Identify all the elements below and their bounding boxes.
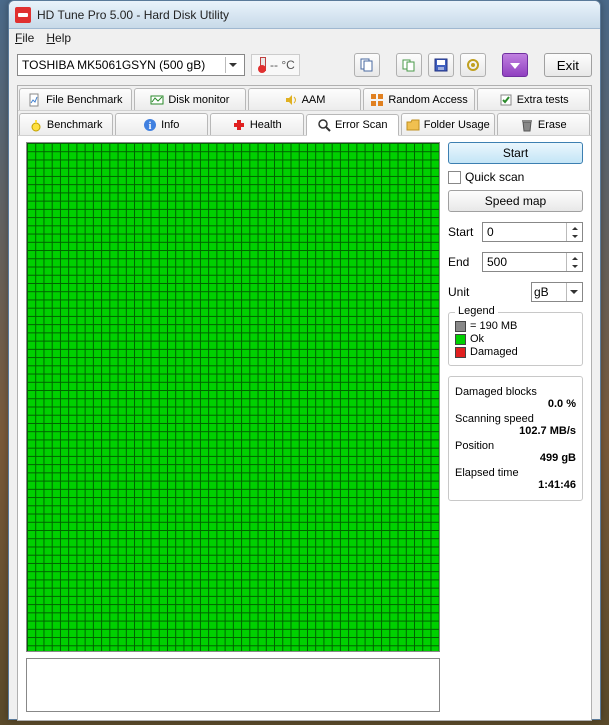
exit-button[interactable]: Exit — [544, 53, 592, 77]
speaker-icon — [284, 93, 298, 107]
app-icon — [15, 7, 31, 23]
tab-aam[interactable]: AAM — [248, 88, 361, 110]
menubar: File Help — [9, 29, 600, 49]
tab-health[interactable]: Health — [210, 113, 304, 135]
tab-folder-usage[interactable]: Folder Usage — [401, 113, 495, 135]
scanning-speed-label: Scanning speed — [455, 413, 534, 425]
minimize-to-tray-button[interactable] — [502, 53, 528, 77]
chevron-down-icon — [225, 57, 240, 73]
file-benchmark-icon — [28, 93, 42, 107]
tab-error-scan[interactable]: Error Scan — [306, 114, 400, 136]
menu-help[interactable]: Help — [46, 31, 71, 49]
drive-select[interactable]: TOSHIBA MK5061GSYN (500 gB) — [17, 54, 245, 76]
trash-icon — [520, 118, 534, 132]
tab-file-benchmark[interactable]: File Benchmark — [19, 88, 132, 110]
legend-swatch-damaged — [455, 347, 466, 358]
extra-tests-icon — [499, 93, 513, 107]
tab-content: Start Quick scan Speed map Start 0 End — [18, 136, 591, 720]
temperature-value: -- °C — [270, 58, 295, 72]
start-label: Start — [448, 225, 478, 239]
start-value: 0 — [483, 223, 566, 241]
scanning-speed-value: 102.7 MB/s — [455, 425, 576, 437]
unit-label: Unit — [448, 285, 527, 299]
position-label: Position — [455, 440, 494, 452]
tab-info[interactable]: i Info — [115, 113, 209, 135]
info-icon: i — [143, 118, 157, 132]
disk-monitor-icon — [150, 93, 164, 107]
settings-button[interactable] — [460, 53, 486, 77]
elapsed-time-value: 1:41:46 — [455, 479, 576, 491]
spinner-down-icon[interactable] — [567, 262, 582, 271]
legend-title: Legend — [455, 305, 498, 317]
speed-map-button[interactable]: Speed map — [448, 190, 583, 212]
spinner-down-icon[interactable] — [567, 232, 582, 241]
chevron-down-icon — [566, 283, 580, 301]
tab-strip: File Benchmark Disk monitor AAM Random A… — [18, 86, 591, 136]
start-button[interactable]: Start — [448, 142, 583, 164]
magnifier-icon — [317, 118, 331, 132]
spinner-up-icon[interactable] — [567, 253, 582, 262]
tab-disk-monitor[interactable]: Disk monitor — [134, 88, 247, 110]
save-button[interactable] — [428, 53, 454, 77]
folder-icon — [406, 118, 420, 132]
thermometer-icon — [256, 57, 268, 73]
tab-random-access[interactable]: Random Access — [363, 88, 476, 110]
scan-grid — [26, 142, 440, 652]
unit-value: gB — [534, 285, 549, 299]
window-title: HD Tune Pro 5.00 - Hard Disk Utility — [37, 8, 229, 22]
legend-group: Legend = 190 MB Ok Damaged — [448, 312, 583, 366]
legend-swatch-ok — [455, 334, 466, 345]
temperature-display: -- °C — [251, 54, 300, 76]
quick-scan-label: Quick scan — [465, 170, 524, 184]
health-icon — [232, 118, 246, 132]
quick-scan-checkbox[interactable] — [448, 171, 461, 184]
titlebar[interactable]: HD Tune Pro 5.00 - Hard Disk Utility — [9, 1, 600, 29]
tab-benchmark[interactable]: Benchmark — [19, 113, 113, 135]
legend-swatch-block — [455, 321, 466, 332]
unit-select[interactable]: gB — [531, 282, 583, 302]
copy-info-button[interactable] — [354, 53, 380, 77]
damaged-blocks-value: 0.0 % — [455, 398, 576, 410]
svg-text:i: i — [149, 121, 152, 132]
position-value: 499 gB — [455, 452, 576, 464]
damaged-blocks-label: Damaged blocks — [455, 386, 537, 398]
tab-container: File Benchmark Disk monitor AAM Random A… — [17, 85, 592, 721]
tab-extra-tests[interactable]: Extra tests — [477, 88, 590, 110]
end-label: End — [448, 255, 478, 269]
menu-file[interactable]: File — [15, 31, 34, 49]
stats-group: Damaged blocks0.0 % Scanning speed102.7 … — [448, 376, 583, 501]
toolbar: TOSHIBA MK5061GSYN (500 gB) -- °C Exit — [9, 49, 600, 81]
benchmark-icon — [29, 118, 43, 132]
random-access-icon — [370, 93, 384, 107]
tab-erase[interactable]: Erase — [497, 113, 591, 135]
copy-screenshot-button[interactable] — [396, 53, 422, 77]
end-spinner[interactable]: 500 — [482, 252, 583, 272]
end-value: 500 — [483, 253, 566, 271]
spinner-up-icon[interactable] — [567, 223, 582, 232]
start-spinner[interactable]: 0 — [482, 222, 583, 242]
app-window: HD Tune Pro 5.00 - Hard Disk Utility Fil… — [8, 0, 601, 720]
drive-select-text: TOSHIBA MK5061GSYN (500 gB) — [22, 58, 205, 72]
elapsed-time-label: Elapsed time — [455, 467, 519, 479]
scan-info-box — [26, 658, 440, 712]
